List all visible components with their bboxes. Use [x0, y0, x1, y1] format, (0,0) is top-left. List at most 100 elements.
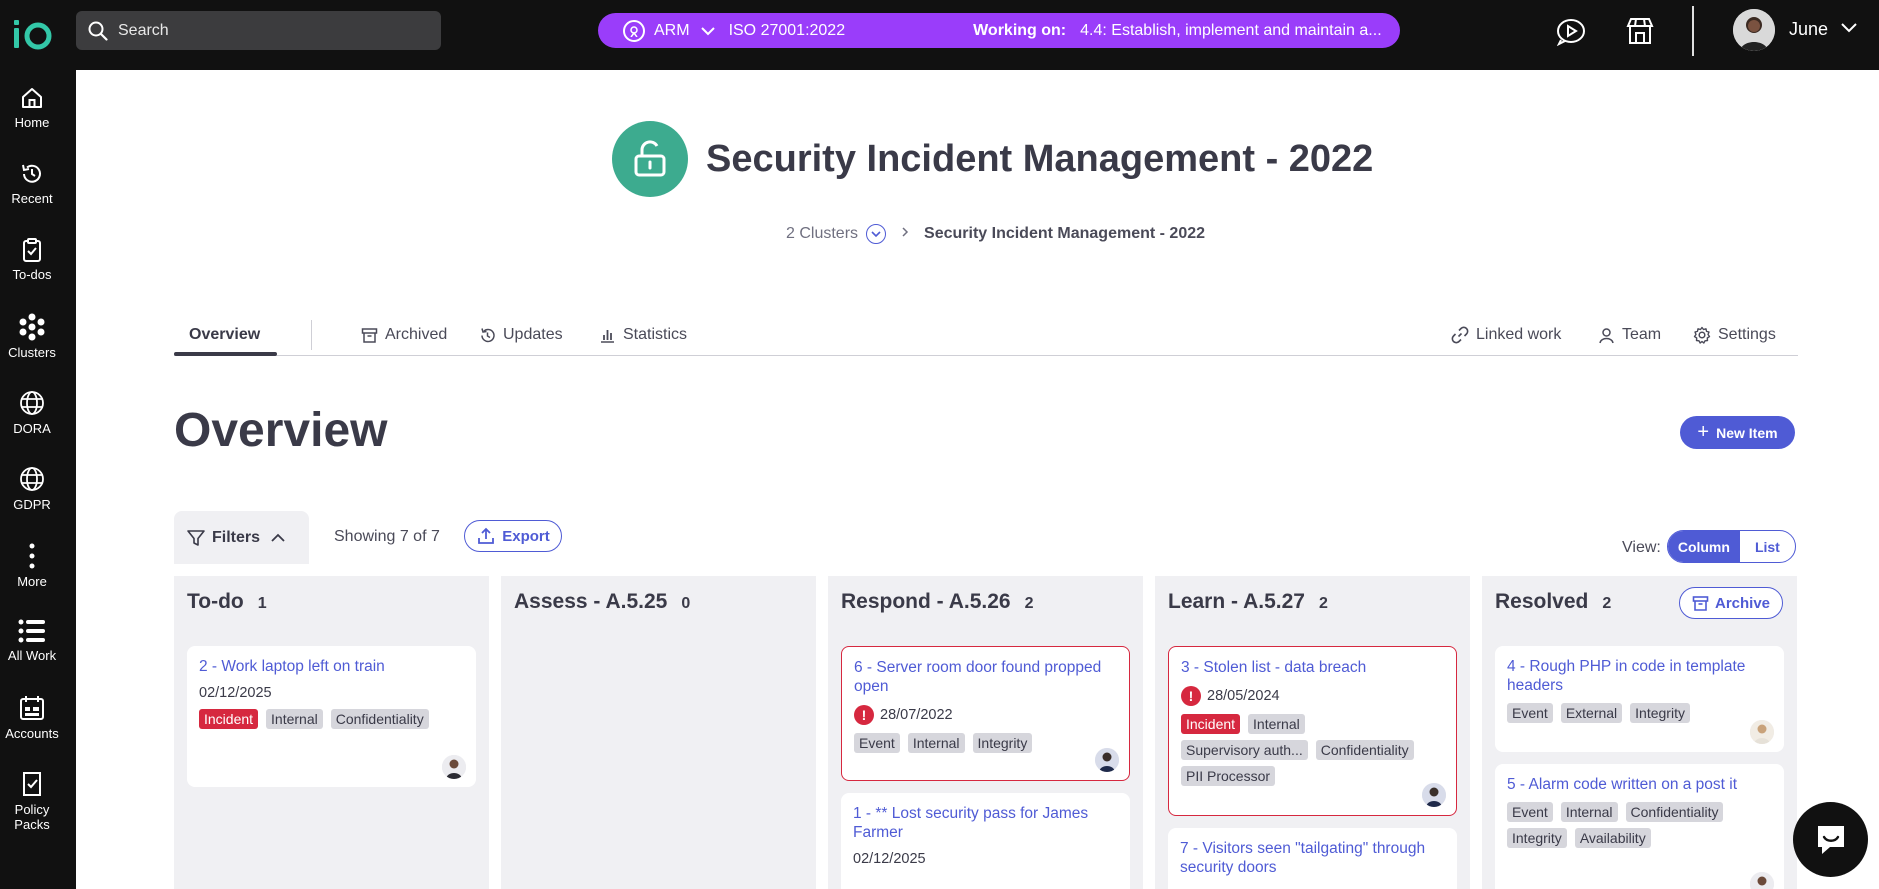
sidebar-label: Recent [11, 191, 53, 206]
context-selector[interactable]: ARM ISO 27001:2022 Working on: 4.4: Esta… [598, 13, 1400, 48]
card-title[interactable]: 6 - Server room door found propped open [854, 658, 1117, 696]
tag: Internal [1248, 714, 1305, 734]
card-date-text: 02/12/2025 [853, 851, 926, 867]
list-icon [18, 619, 45, 643]
chevron-up-icon [271, 533, 285, 542]
section-heading: Overview [174, 404, 388, 457]
tab-statistics[interactable]: Statistics [599, 326, 687, 344]
chevron-down-icon[interactable] [866, 224, 887, 244]
work-item-card[interactable]: 1 - ** Lost security pass for James Farm… [841, 793, 1130, 889]
app-logo[interactable] [12, 14, 54, 54]
breadcrumb-current: Security Incident Management - 2022 [924, 225, 1206, 242]
top-bar: Search ARM ISO 27001:2022 Working on: 4.… [0, 0, 1879, 70]
column-title: Resolved [1495, 590, 1589, 613]
tab-label: Team [1622, 326, 1662, 343]
assignee-avatar[interactable] [1095, 748, 1119, 772]
tab-archived[interactable]: Archived [361, 326, 447, 344]
card-title[interactable]: 4 - Rough PHP in code in template header… [1507, 657, 1772, 695]
card-title[interactable]: 3 - Stolen list - data breach [1181, 658, 1444, 677]
sidebar-item-home[interactable]: Home [0, 85, 64, 130]
archive-button[interactable]: Archive [1679, 587, 1783, 619]
chevron-right-icon [901, 225, 909, 243]
tag: Confidentiality [330, 709, 429, 729]
tag: PII Processor [1181, 766, 1276, 786]
sidebar-item-recent[interactable]: Recent [0, 161, 64, 206]
card-title[interactable]: 7 - Visitors seen "tailgating" through s… [1180, 839, 1445, 877]
card-title[interactable]: 2 - Work laptop left on train [199, 657, 464, 676]
sidebar-item-dora[interactable]: DORA [0, 389, 64, 436]
user-avatar[interactable] [1733, 9, 1775, 51]
column-header: Learn - A.5.27 2 [1168, 590, 1328, 614]
user-menu-chevron-icon[interactable] [1840, 22, 1858, 34]
tag: Incident [199, 709, 259, 729]
work-item-card[interactable]: 3 - Stolen list - data breach ! 28/05/202… [1168, 646, 1457, 816]
tab-team[interactable]: Team [1598, 326, 1661, 344]
sidebar-item-gdpr[interactable]: GDPR [0, 465, 64, 512]
archive-label: Archive [1714, 594, 1771, 612]
work-item-card[interactable]: 4 - Rough PHP in code in template header… [1495, 646, 1784, 752]
active-tab-indicator [174, 352, 277, 356]
clipboard-check-icon [23, 238, 41, 262]
board-column-assess: Assess - A.5.25 0 [501, 576, 816, 889]
organization-name: ARM [654, 21, 690, 39]
tab-settings[interactable]: Settings [1693, 326, 1776, 344]
export-button[interactable]: Export [464, 520, 562, 552]
sidebar-item-todos[interactable]: To-dos [0, 237, 64, 282]
sidebar-label: DORA [13, 421, 51, 436]
card-title[interactable]: 1 - ** Lost security pass for James Farm… [853, 804, 1118, 842]
column-count: 0 [681, 595, 691, 612]
tab-overview[interactable]: Overview [189, 326, 260, 344]
sidebar-label: Accounts [5, 726, 59, 741]
view-column-option[interactable]: Column [1668, 531, 1740, 562]
standard-name: ISO 27001:2022 [728, 21, 846, 39]
tag: Supervisory auth... [1181, 740, 1308, 760]
tag: Event [1507, 703, 1553, 723]
assignee-avatar[interactable] [1750, 872, 1774, 889]
sidebar-item-clusters[interactable]: Clusters [0, 313, 64, 360]
search-input[interactable]: Search [76, 11, 441, 50]
work-item-card[interactable]: 2 - Work laptop left on train 02/12/2025… [187, 646, 476, 787]
help-chat-button[interactable] [1793, 802, 1868, 877]
column-header: To-do 1 [187, 590, 267, 614]
filter-icon [187, 529, 205, 546]
card-title[interactable]: 5 - Alarm code written on a post it [1507, 775, 1772, 794]
breadcrumb: 2 Clusters Security Incident Management … [786, 224, 1205, 244]
filters-button[interactable]: Filters [174, 511, 292, 564]
assignee-avatar[interactable] [1422, 783, 1446, 807]
sidebar-item-policy-packs[interactable]: Policy Packs [0, 770, 64, 832]
work-item-card[interactable]: 6 - Server room door found propped open … [841, 646, 1130, 781]
top-divider [1692, 6, 1694, 56]
tab-label: Settings [1718, 326, 1776, 343]
bar-chart-icon [601, 329, 614, 343]
store-icon[interactable] [1624, 16, 1656, 46]
tab-updates[interactable]: Updates [479, 326, 563, 344]
working-on-value[interactable]: 4.4: Establish, implement and maintain a… [1080, 22, 1382, 40]
column-title: Respond - A.5.26 [841, 590, 1011, 613]
sidebar-item-all-work[interactable]: All Work [0, 618, 64, 663]
user-name[interactable]: June [1789, 19, 1828, 40]
sidebar-item-accounts[interactable]: Accounts [0, 694, 64, 741]
video-chat-icon[interactable] [1555, 16, 1587, 46]
work-item-card[interactable]: 5 - Alarm code written on a post it Even… [1495, 764, 1784, 889]
card-date-text: 02/12/2025 [199, 685, 272, 701]
tag: Confidentiality [1625, 802, 1724, 822]
sidebar-item-more[interactable]: More [0, 542, 64, 589]
tab-label: Updates [503, 326, 563, 343]
accounts-icon [20, 696, 44, 720]
breadcrumb-clusters[interactable]: 2 Clusters [786, 225, 858, 243]
new-item-button[interactable]: + New Item [1680, 416, 1795, 449]
sidebar: Home Recent To-dos Clusters DORA GDPR Mo… [0, 70, 76, 889]
card-date: 02/12/2025 [853, 851, 1118, 867]
tag: Internal [907, 733, 965, 753]
alert-icon: ! [1181, 686, 1201, 706]
assignee-avatar[interactable] [1750, 720, 1774, 744]
assignee-avatar[interactable] [442, 755, 466, 779]
work-item-card[interactable]: 7 - Visitors seen "tailgating" through s… [1168, 828, 1457, 889]
view-list-option[interactable]: List [1740, 531, 1795, 562]
tab-linked-work[interactable]: Linked work [1451, 326, 1561, 344]
tag: Confidentiality [1315, 740, 1414, 760]
chevron-down-icon[interactable] [700, 26, 716, 36]
tab-label: Linked work [1476, 326, 1562, 343]
sidebar-label: More [17, 574, 47, 589]
card-tags: Event External Integrity [1507, 703, 1747, 723]
